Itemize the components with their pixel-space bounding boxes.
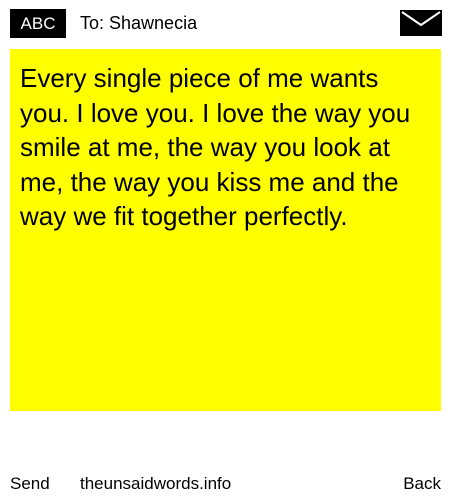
recipient-name: Shawnecia — [109, 13, 198, 33]
abc-badge[interactable]: ABC — [10, 9, 66, 38]
back-button[interactable]: Back — [403, 470, 441, 498]
message-panel[interactable]: Every single piece of me wants you. I lo… — [10, 49, 441, 411]
site-link[interactable]: theunsaidwords.info — [80, 470, 231, 498]
recipient-field: To: Shawnecia — [80, 9, 197, 38]
header-bar: ABC To: Shawnecia — [0, 0, 450, 44]
footer-bar: Send theunsaidwords.info Back — [0, 470, 450, 498]
to-label: To: — [80, 13, 105, 33]
message-body: Every single piece of me wants you. I lo… — [20, 63, 411, 231]
envelope-icon[interactable] — [400, 10, 442, 36]
send-button[interactable]: Send — [10, 470, 50, 498]
